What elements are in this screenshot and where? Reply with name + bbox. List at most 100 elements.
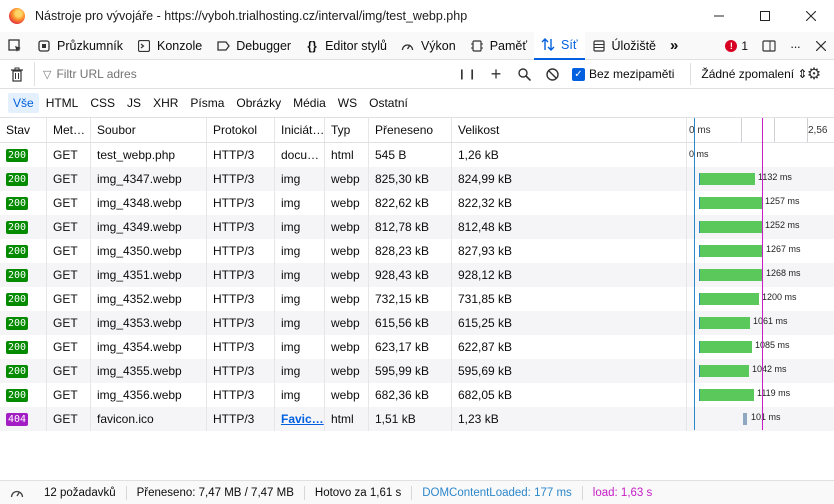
table-row[interactable]: 200 GET img_4355.webp HTTP/3 img webp 595,99 k… <box>0 359 834 383</box>
cell-size: 615,25 kB <box>452 311 687 335</box>
table-row[interactable]: 200 GET test_webp.php HTTP/3 docu… html 545 B 1… <box>0 143 834 167</box>
more-tools-button[interactable]: » <box>663 32 685 60</box>
pause-button[interactable]: ❙❙ <box>454 60 482 88</box>
tab-console[interactable]: Konzole <box>130 32 209 60</box>
url-filter-input[interactable]: ▽ Filtr URL adres <box>34 62 454 86</box>
cell-size-text: 682,05 kB <box>458 388 513 402</box>
table-row[interactable]: 404 GET favicon.ico HTTP/3 Favic… html 1,51 kB… <box>0 407 834 431</box>
timing-label: 1257 ms <box>765 196 800 206</box>
tab-debugger[interactable]: Debugger <box>209 32 298 60</box>
request-rows: 200 GET test_webp.php HTTP/3 docu… html 545 B 1… <box>0 143 834 431</box>
tab-memory[interactable]: Paměť <box>463 32 534 60</box>
type-filter-js[interactable]: JS <box>122 93 146 113</box>
column-header-initiator[interactable]: Iniciát… <box>275 118 325 142</box>
cell-size-text: 1,23 kB <box>458 412 499 426</box>
element-picker-button[interactable] <box>0 32 30 60</box>
cell-initiator: Favic… <box>275 407 325 431</box>
column-header-transferred[interactable]: Přeneseno <box>369 118 452 142</box>
type-filter-other[interactable]: Ostatní <box>364 93 413 113</box>
cell-method-text: GET <box>53 196 78 210</box>
window-title: Nástroje pro vývojáře - https://vyboh.tr… <box>35 9 468 23</box>
tab-inspector[interactable]: Průzkumník <box>30 32 130 60</box>
column-header-type[interactable]: Typ <box>325 118 369 142</box>
column-header-protocol[interactable]: Protokol <box>207 118 275 142</box>
cell-status: 200 <box>0 287 47 311</box>
tab-network[interactable]: Síť <box>534 31 585 60</box>
menu-button[interactable]: ··· <box>782 32 808 60</box>
status-badge: 200 <box>6 172 29 186</box>
minimize-button[interactable] <box>696 0 742 32</box>
type-filter-html[interactable]: HTML <box>41 93 84 113</box>
cell-method-text: GET <box>53 388 78 402</box>
timing-bar <box>700 293 759 305</box>
cell-transferred-text: 822,62 kB <box>375 196 430 210</box>
table-row[interactable]: 200 GET img_4347.webp HTTP/3 img webp 825,30 k… <box>0 167 834 191</box>
tab-storage[interactable]: Úložiště <box>585 32 663 60</box>
close-devtools-button[interactable] <box>808 32 834 60</box>
cell-size: 1,23 kB <box>452 407 687 431</box>
settings-button[interactable]: ⚙ <box>802 62 826 86</box>
network-icon <box>541 38 555 52</box>
type-filter-media[interactable]: Média <box>288 93 331 113</box>
cell-type-text: webp <box>331 220 360 234</box>
cell-type: webp <box>325 287 369 311</box>
column-header-status[interactable]: Stav <box>0 118 47 142</box>
timing-bar <box>700 341 752 353</box>
cell-waterfall: 1268 ms <box>687 263 834 287</box>
stopwatch-icon <box>10 490 24 497</box>
throttling-select[interactable]: Žádné zpomalení ⇕ <box>690 63 808 85</box>
chevron-double-right-icon: » <box>670 37 679 54</box>
initiator-link[interactable]: Favic… <box>281 412 324 426</box>
column-header-waterfall[interactable]: 0 ms 2,56 <box>687 118 834 142</box>
dock-toggle-button[interactable] <box>756 32 782 60</box>
cell-size: 812,48 kB <box>452 215 687 239</box>
tab-performance[interactable]: Výkon <box>394 32 463 60</box>
cell-file: test_webp.php <box>91 143 207 167</box>
column-header-file[interactable]: Soubor <box>91 118 207 142</box>
cell-type-text: webp <box>331 268 360 282</box>
clear-button[interactable] <box>0 60 34 88</box>
table-row[interactable]: 200 GET img_4350.webp HTTP/3 img webp 828,23 k… <box>0 239 834 263</box>
error-count-badge[interactable]: ! 1 <box>717 39 756 53</box>
table-row[interactable]: 200 GET img_4352.webp HTTP/3 img webp 732,15 k… <box>0 287 834 311</box>
cell-transferred: 623,17 kB <box>369 335 452 359</box>
tab-style-editor[interactable]: {} Editor stylů <box>298 32 394 60</box>
cell-method-text: GET <box>53 244 78 258</box>
cell-initiator: img <box>275 359 325 383</box>
disable-cache-checkbox[interactable]: ✓ Bez mezipaměti <box>572 67 674 81</box>
table-row[interactable]: 200 GET img_4353.webp HTTP/3 img webp 615,56 k… <box>0 311 834 335</box>
type-filter-fonts[interactable]: Písma <box>185 93 229 113</box>
cell-initiator-text: img <box>281 388 301 402</box>
cell-transferred: 682,36 kB <box>369 383 452 407</box>
cell-file-text: img_4352.webp <box>97 292 182 306</box>
table-row[interactable]: 200 GET img_4348.webp HTTP/3 img webp 822,62 k… <box>0 191 834 215</box>
timing-label: 1061 ms <box>753 316 788 326</box>
cell-type: webp <box>325 311 369 335</box>
table-row[interactable]: 200 GET img_4356.webp HTTP/3 img webp 682,36 k… <box>0 383 834 407</box>
maximize-button[interactable] <box>742 0 788 32</box>
column-header-method[interactable]: Met… <box>47 118 91 142</box>
cell-protocol-text: HTTP/3 <box>213 244 255 258</box>
type-filter-ws[interactable]: WS <box>333 93 362 113</box>
type-filter-xhr[interactable]: XHR <box>148 93 183 113</box>
performance-analysis-button[interactable] <box>0 487 34 499</box>
cell-type: webp <box>325 215 369 239</box>
type-filter-images[interactable]: Obrázky <box>231 93 286 113</box>
cell-status: 200 <box>0 143 47 167</box>
table-row[interactable]: 200 GET img_4349.webp HTTP/3 img webp 812,78 k… <box>0 215 834 239</box>
type-filter-all[interactable]: Vše <box>8 93 39 113</box>
add-filter-button[interactable]: + <box>482 60 510 88</box>
search-button[interactable] <box>510 60 538 88</box>
cell-size-text: 812,48 kB <box>458 220 513 234</box>
cell-file-text: img_4348.webp <box>97 196 182 210</box>
close-button[interactable] <box>788 0 834 32</box>
table-row[interactable]: 200 GET img_4351.webp HTTP/3 img webp 928,43 k… <box>0 263 834 287</box>
cell-method: GET <box>47 215 91 239</box>
type-filter-css[interactable]: CSS <box>85 93 120 113</box>
cell-initiator-text: docu… <box>281 148 320 162</box>
column-header-size[interactable]: Velikost <box>452 118 687 142</box>
cell-method: GET <box>47 263 91 287</box>
table-row[interactable]: 200 GET img_4354.webp HTTP/3 img webp 623,17 k… <box>0 335 834 359</box>
block-button[interactable] <box>538 60 566 88</box>
cell-size: 622,87 kB <box>452 335 687 359</box>
